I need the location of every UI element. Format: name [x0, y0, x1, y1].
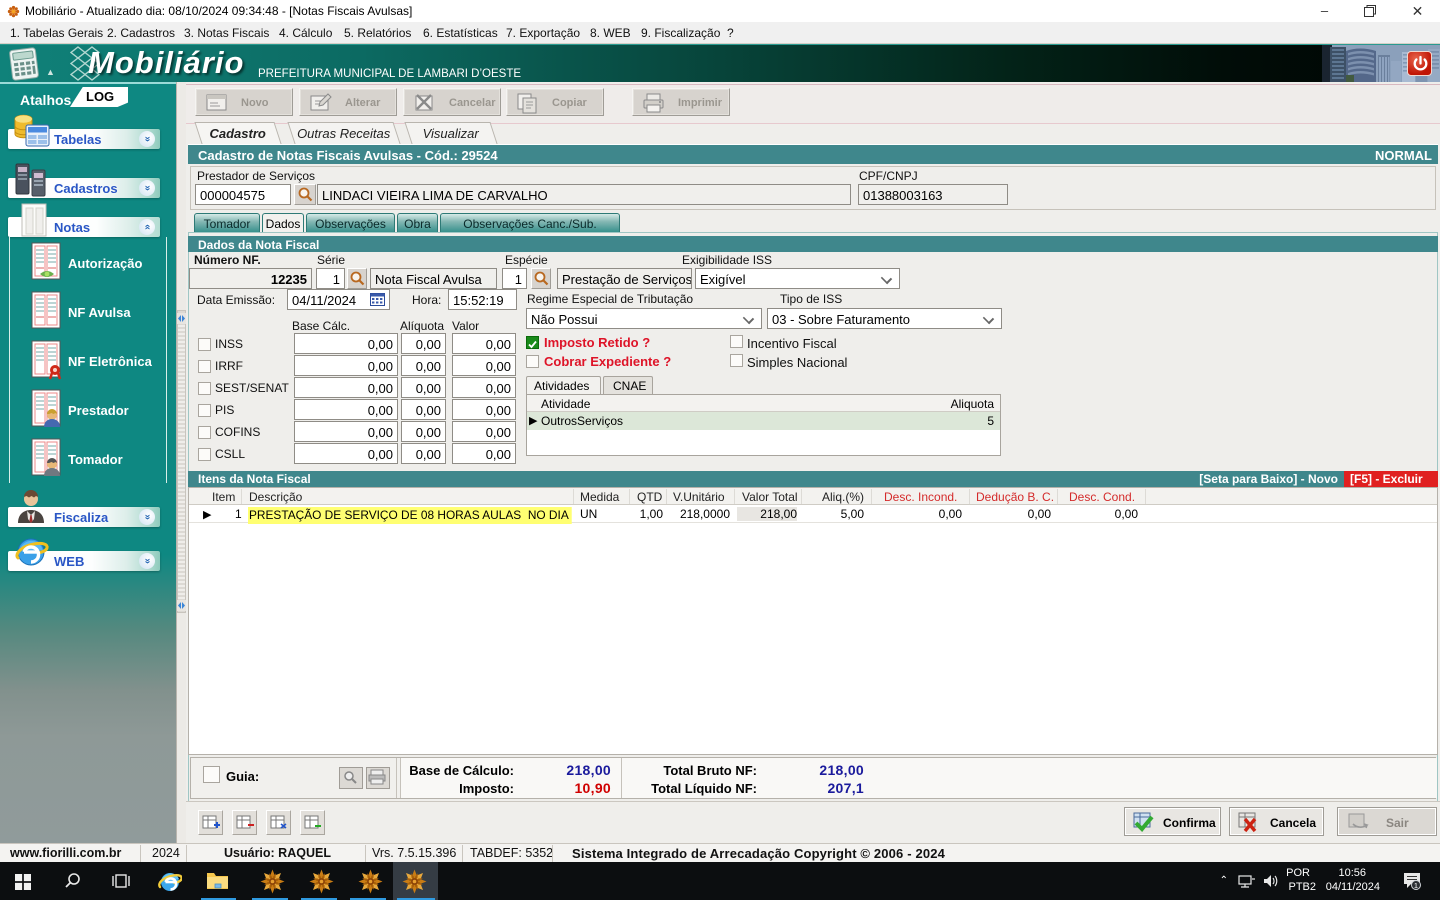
- svg-text:1: 1: [1414, 881, 1418, 890]
